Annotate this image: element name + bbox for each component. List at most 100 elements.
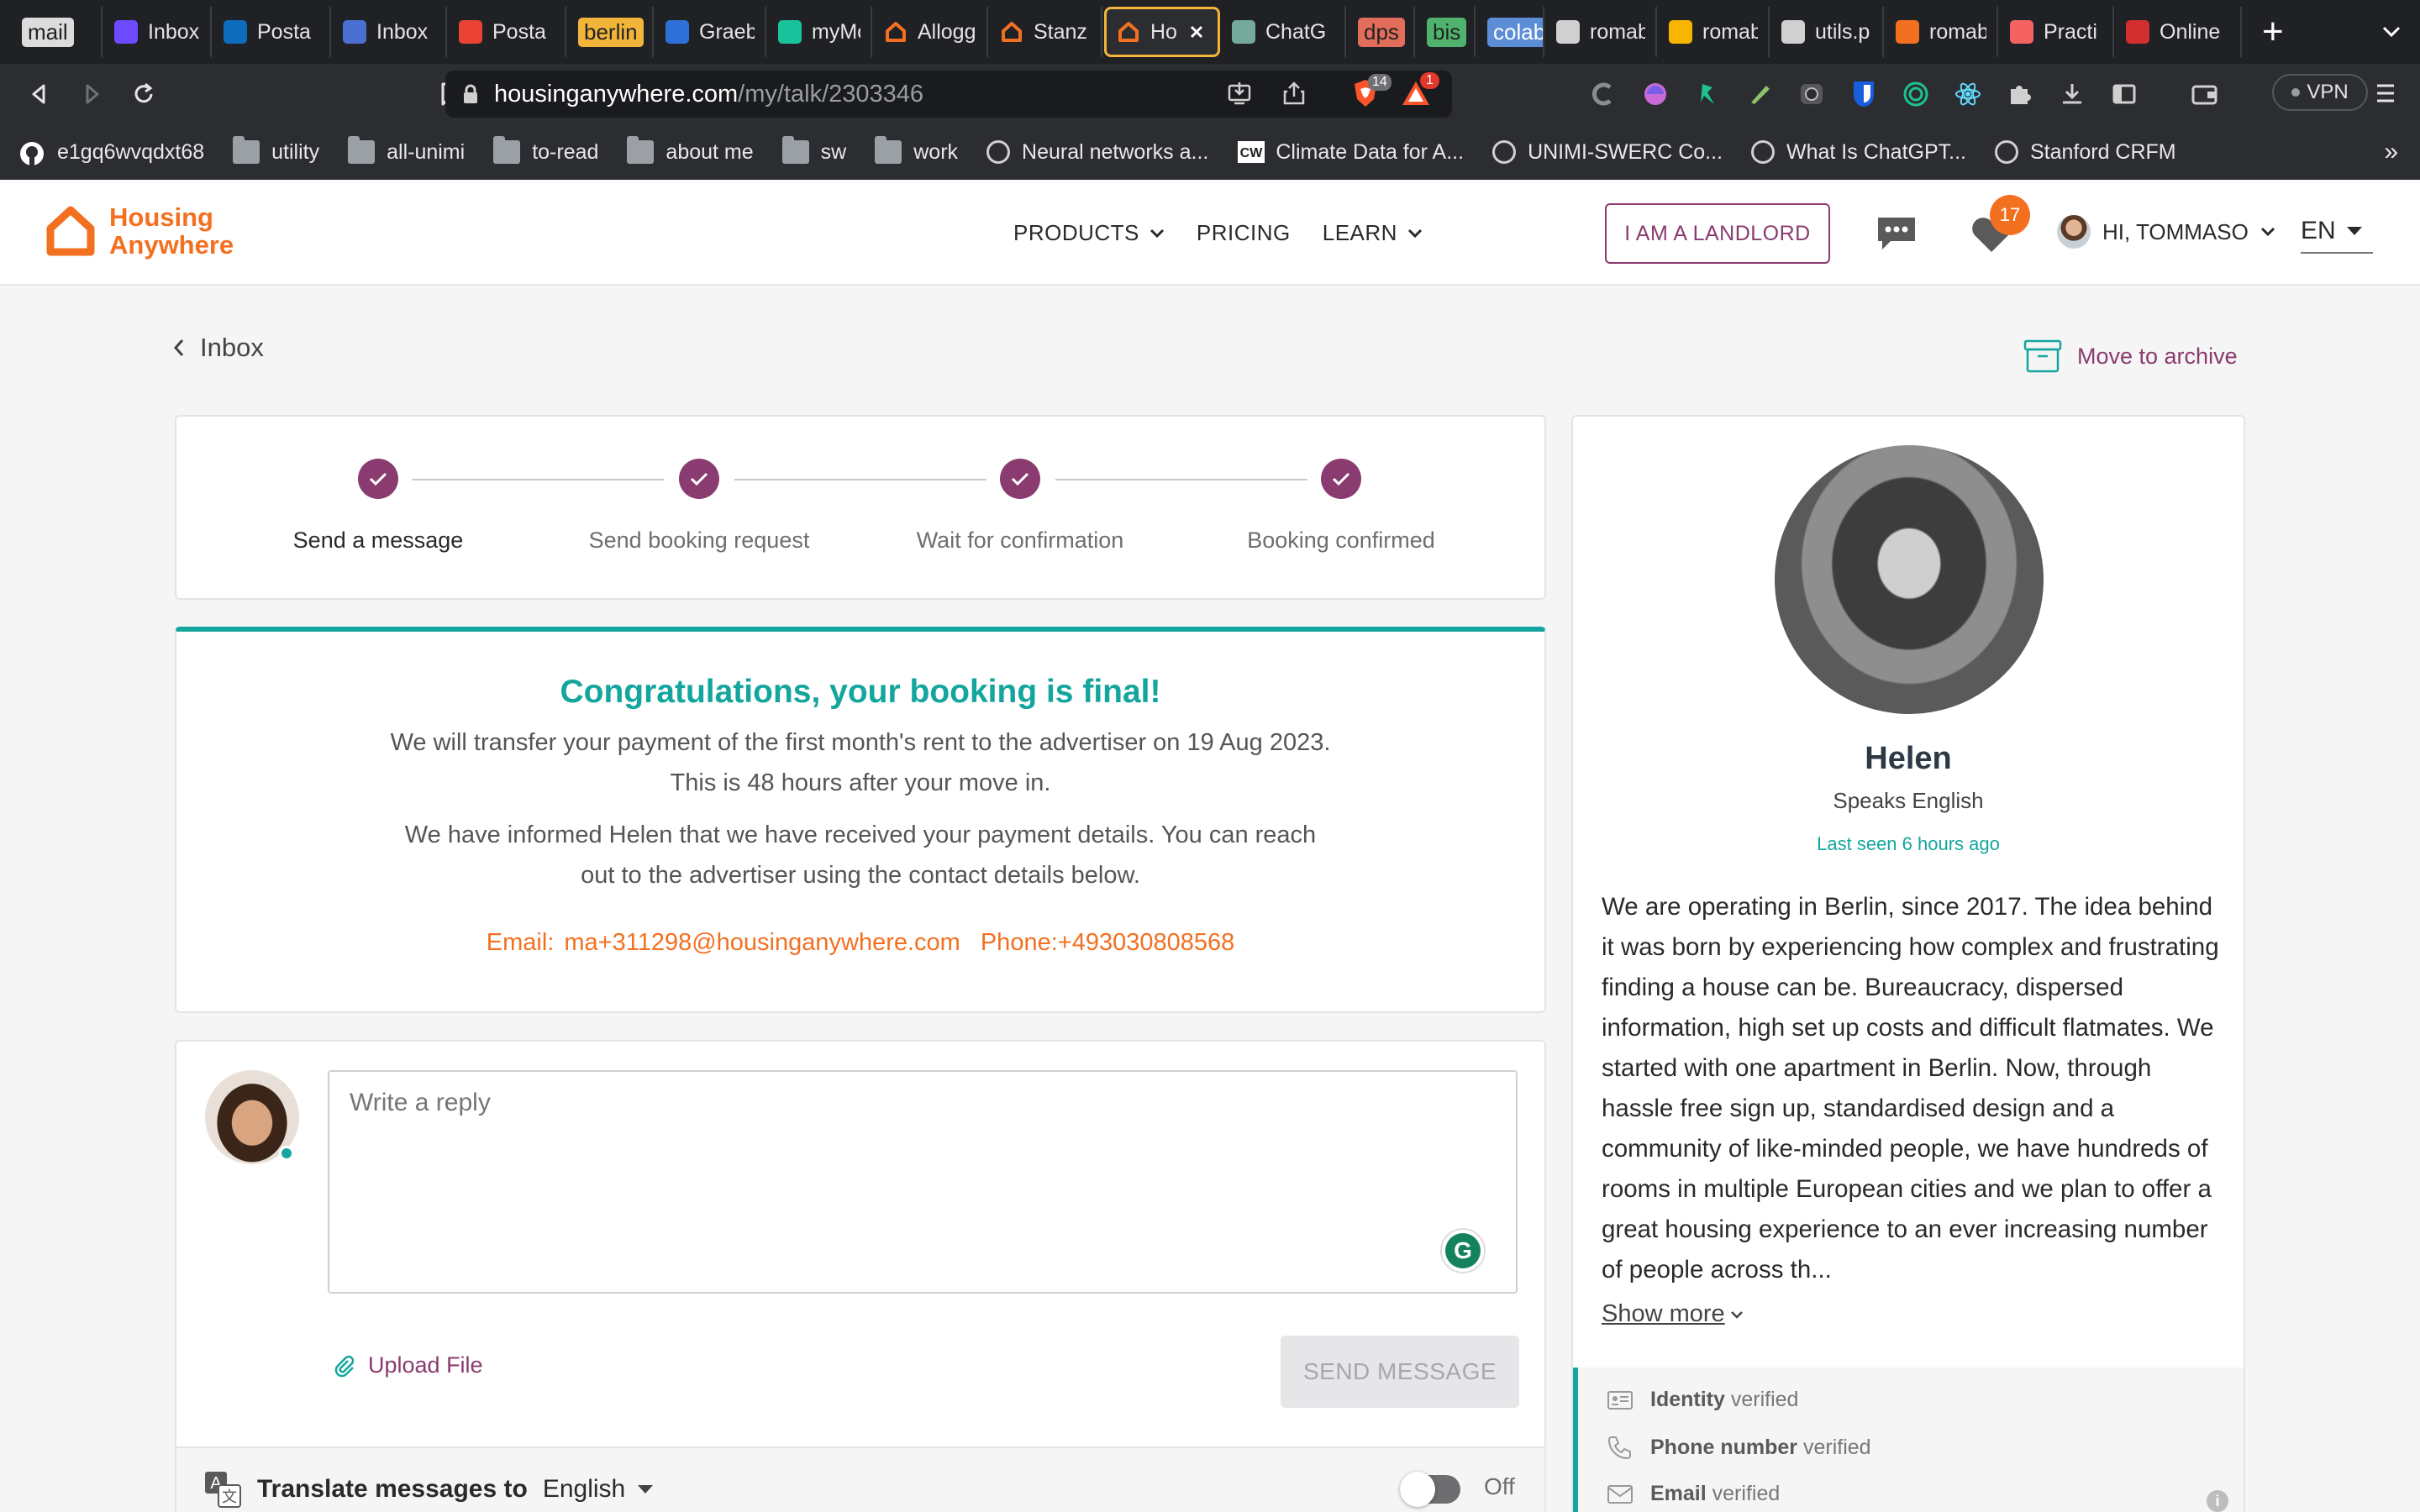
nav-products[interactable]: PRODUCTS [1013,220,1165,246]
bookmark-label: about me [666,139,754,164]
extension-react-icon[interactable] [1953,79,1983,109]
translate-language-select[interactable]: English [543,1475,654,1504]
reload-icon[interactable] [124,75,163,113]
move-to-archive-button[interactable]: Move to archive [2023,339,2238,373]
bookmark-item[interactable]: CW Climate Data for A... [1237,140,1464,165]
user-greeting: HI, TOMMASO [2102,218,2249,244]
advertiser-last-seen: Last seen 6 hours ago [1817,833,2000,854]
back-to-inbox-link[interactable]: Inbox [173,333,264,363]
lock-icon [462,84,479,104]
bookmark-item[interactable]: utility [233,136,319,165]
caret-down-icon [2346,227,2362,235]
browser-tab[interactable]: dps [1348,7,1415,57]
info-icon[interactable]: i [2207,1490,2228,1512]
new-tab-plus-icon[interactable]: + [2262,11,2284,53]
url-path: /my/talk/2303346 [738,80,924,108]
bookmark-label: What Is ChatGPT... [1786,139,1966,164]
nav-pricing[interactable]: PRICING [1197,220,1291,246]
advertiser-email[interactable]: Email: ma+311298@housinganywhere.com [487,929,960,956]
browser-tab[interactable]: ChatG [1222,7,1346,57]
browser-tab[interactable]: romab [1659,7,1770,57]
browser-tab[interactable]: Practi [2000,7,2114,57]
close-tab-icon[interactable] [1189,24,1204,39]
sidebar-toggle-icon[interactable] [2109,79,2139,109]
identity-verification: Identity verified [1607,1388,1798,1412]
browser-tab[interactable]: Stanz [990,7,1102,57]
browser-tab[interactable]: Inbox [104,7,212,57]
browser-tab[interactable]: Posta [449,7,566,57]
landlord-button[interactable]: I AM A LANDLORD [1605,203,1830,264]
browser-tab[interactable]: Inbox [333,7,447,57]
browser-tab[interactable]: Allogg [874,7,988,57]
globe-icon [1492,140,1517,164]
tab-list-chevron-icon[interactable] [2381,25,2402,39]
bookmark-item[interactable]: Stanford CRFM [1994,140,2176,165]
reply-input[interactable] [328,1070,1518,1294]
bookmark-item[interactable]: e1gq6wvqdxt68 [18,140,204,165]
downloads-icon[interactable] [2057,79,2087,109]
send-message-button[interactable]: SEND MESSAGE [1281,1336,1519,1408]
browser-tab[interactable]: mail [12,7,103,57]
browser-tab[interactable]: Ho [1104,7,1220,57]
bookmark-item[interactable]: What Is ChatGPT... [1751,140,1966,165]
globe-icon [1994,140,2018,164]
nav-learn[interactable]: LEARN [1323,220,1423,246]
forward-arrow-icon[interactable] [72,75,111,113]
housing-anywhere-logo[interactable]: Housing Anywhere [45,203,234,259]
show-more-link[interactable]: Show more [1602,1300,1744,1328]
browser-tab[interactable]: Online [2116,7,2242,57]
back-arrow-icon[interactable] [20,75,59,113]
install-icon[interactable] [1227,81,1252,106]
menu-icon[interactable] [2375,81,2396,106]
browser-tab[interactable]: utils.p [1771,7,1884,57]
extension-c-icon[interactable] [1588,79,1618,109]
bookmark-item[interactable]: work [875,136,958,165]
bookmark-item[interactable]: all-unimi [348,136,466,165]
informed-advertiser-text: We have informed Helen that we have rece… [404,822,1317,889]
browser-tab[interactable]: colab [1477,7,1544,57]
browser-toolbar: housinganywhere.com/my/talk/2303346 14 1… [0,64,2420,124]
extension-pen-icon[interactable] [1744,79,1775,109]
extensions-puzzle-icon[interactable] [2005,79,2035,109]
translate-toggle[interactable] [1400,1472,1460,1507]
bookmark-item[interactable]: about me [627,136,754,165]
wallet-icon[interactable] [2190,79,2220,109]
bookmark-item[interactable]: UNIMI-SWERC Co... [1492,140,1723,165]
chevron-down-icon [1150,228,1164,238]
upload-file-button[interactable]: Upload File [333,1352,483,1378]
folder-icon [781,136,809,164]
grammarly-icon[interactable]: G [1440,1228,1486,1273]
extension-sphere-icon[interactable] [1640,79,1670,109]
extension-figure-icon[interactable] [1692,79,1723,109]
vpn-button[interactable]: VPN [2272,74,2368,111]
browser-tab[interactable]: myMo [768,7,872,57]
browser-tab[interactable]: Posta [213,7,331,57]
extension-bitwarden-icon[interactable] [1849,79,1879,109]
bookmark-item[interactable]: Neural networks a... [986,140,1208,165]
bookmark-label: all-unimi [387,139,466,164]
browser-tab[interactable]: berlin [568,7,654,57]
nav-pricing-label: PRICING [1196,220,1291,245]
bookmark-item[interactable]: to-read [493,136,598,165]
browser-tab[interactable]: romab [1546,7,1657,57]
translate-bar: A文 Translate messages to English Off [176,1446,1544,1512]
step-wait-confirmation: Wait for confirmation [869,459,1171,554]
language-selector[interactable]: EN [2301,210,2373,254]
bookmarks-overflow[interactable]: » [2384,138,2398,166]
messages-icon[interactable] [1876,215,1918,252]
advertiser-phone[interactable]: Phone:+493030808568 [981,929,1234,956]
step-booking-confirmed: Booking confirmed [1190,459,1492,554]
user-menu[interactable]: HI, TOMMASO [2057,215,2275,249]
translate-icon: A文 [205,1472,241,1508]
address-bar[interactable]: housinganywhere.com/my/talk/2303346 14 1 [445,71,1452,118]
step-booking-request: Send booking request [548,459,850,554]
advertiser-bio: We are operating in Berlin, since 2017. … [1602,893,2219,1284]
browser-tab[interactable]: bis [1417,7,1476,57]
bookmark-item[interactable]: sw [781,136,846,165]
verification-status: verified [1802,1435,1871,1459]
extension-target-icon[interactable] [1901,79,1931,109]
browser-tab[interactable]: romab [1886,7,1998,57]
extension-camera-icon[interactable] [1797,79,1827,109]
browser-tab[interactable]: Graeb [655,7,766,57]
share-icon[interactable] [1282,81,1306,106]
